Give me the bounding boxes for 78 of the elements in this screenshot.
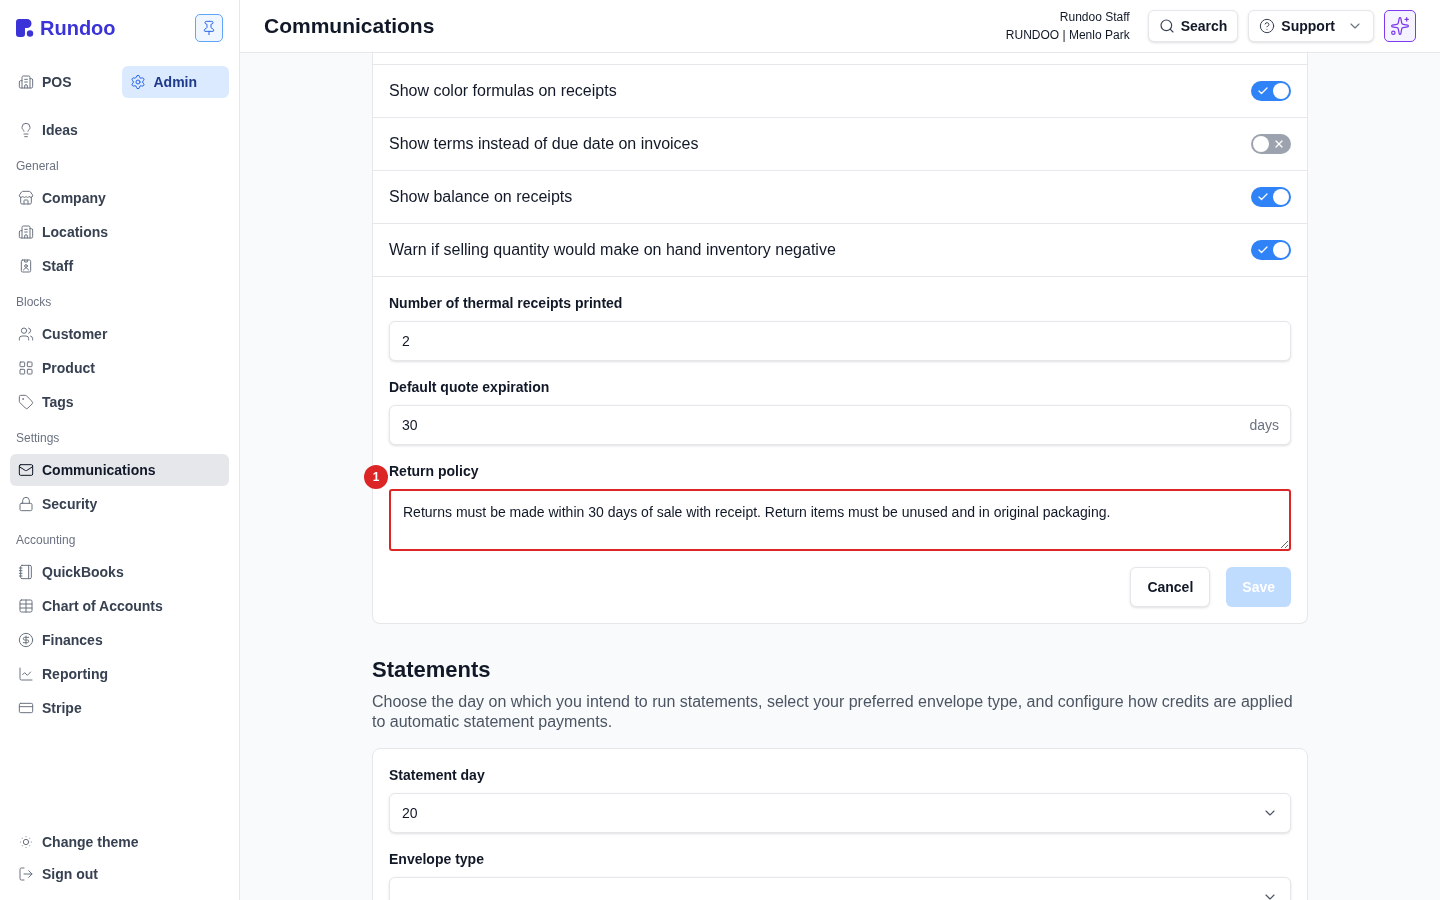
sidebar-item[interactable]: Sign out [10,858,229,890]
help-icon [1259,18,1276,34]
sidebar-item[interactable]: Tags [10,386,229,418]
sidebar-item[interactable]: Reporting [10,658,229,690]
support-button[interactable]: Support [1248,10,1374,42]
dollar-circle-icon [18,632,34,648]
mode-tab[interactable]: Admin [121,66,229,98]
sign-out-icon [18,866,34,882]
cancel-button[interactable]: Cancel [1130,567,1211,607]
table-icon [18,598,34,614]
group-heading: General [15,158,60,174]
field-label: Return policy [389,462,480,481]
lock-icon [18,496,34,512]
sidebar-item[interactable]: Security [10,488,229,520]
pin-icon [201,20,217,36]
grid-icon [18,360,34,376]
building-icon [18,224,34,240]
field-label: Number of thermal receipts printed [389,294,624,313]
section-description: Choose the day on which you intend to run statements, select your preferred envelope type, and configure how credits are applied to automatic statement payments. [372,692,1294,732]
search-button[interactable]: Search [1147,10,1239,42]
id-badge-icon [18,258,34,274]
sun-icon [18,834,34,850]
mode-tab[interactable]: POS [10,66,118,98]
sparkles-icon [1390,16,1410,36]
toggle-switch[interactable] [1251,134,1291,154]
text-input[interactable]: 2 [389,321,1291,361]
section-title: Statements [372,656,492,684]
setting-label: Show terms instead of due date on invoices [389,134,699,154]
sidebar-item[interactable]: Product [10,352,229,384]
sidebar-item[interactable]: Stripe [10,692,229,724]
building-icon [18,74,34,90]
check-icon [1257,244,1269,256]
toggle-switch[interactable] [1251,187,1291,207]
select-field[interactable]: 20 [389,793,1291,833]
line-chart-icon [18,666,34,682]
unit-label: days [1249,416,1279,435]
field-label: Envelope type [389,850,485,869]
pin-button[interactable] [195,14,223,42]
sidebar-item[interactable]: Customer [10,318,229,350]
gear-icon [129,74,146,90]
brand-name: Rundoo [40,16,116,40]
field-label: Default quote expiration [389,378,551,397]
group-heading: Accounting [15,532,77,548]
user-name: Rundoo Staff [1059,9,1130,26]
setting-label: Show balance on receipts [389,187,573,207]
sidebar-item[interactable]: Company [10,182,229,214]
sidebar-item[interactable]: Chart of Accounts [10,590,229,622]
sidebar-item[interactable]: Communications [10,454,229,486]
mail-icon [18,462,34,478]
toggle-switch[interactable] [1251,240,1291,260]
setting-label: Warn if selling quantity would make on hand inventory negative [389,240,836,260]
page-title: Communications [264,13,435,40]
assistant-button[interactable] [1384,10,1416,42]
sidebar-item[interactable]: QuickBooks [10,556,229,588]
logo-mark-icon [16,19,34,37]
field-label: Statement day [389,766,486,785]
sidebar-item[interactable]: Locations [10,216,229,248]
sidebar-item[interactable]: Finances [10,624,229,656]
store-location: RUNDOO | Menlo Park [1005,27,1130,44]
tag-icon [18,394,34,410]
users-icon [18,326,34,342]
search-icon [1158,18,1175,34]
check-icon [1257,191,1269,203]
annotation-badge: 1 [364,465,388,489]
toggle-switch[interactable] [1251,81,1291,101]
check-icon [1257,85,1269,97]
store-icon [18,190,34,206]
group-heading: Blocks [15,294,53,310]
group-heading: Settings [15,430,61,446]
notebook-icon [18,564,34,580]
sidebar-item[interactable]: Staff [10,250,229,282]
lightbulb-icon [18,122,34,138]
textarea-field[interactable]: Returns must be made within 30 days of sale with receipt. Return items must be unused and in original packaging. [389,489,1291,551]
credit-card-icon [18,700,34,716]
sidebar-item[interactable]: Change theme [10,826,229,858]
cross-icon [1273,138,1285,150]
setting-label: Show color formulas on receipts [389,81,617,101]
sidebar-item[interactable]: Ideas [10,114,229,146]
